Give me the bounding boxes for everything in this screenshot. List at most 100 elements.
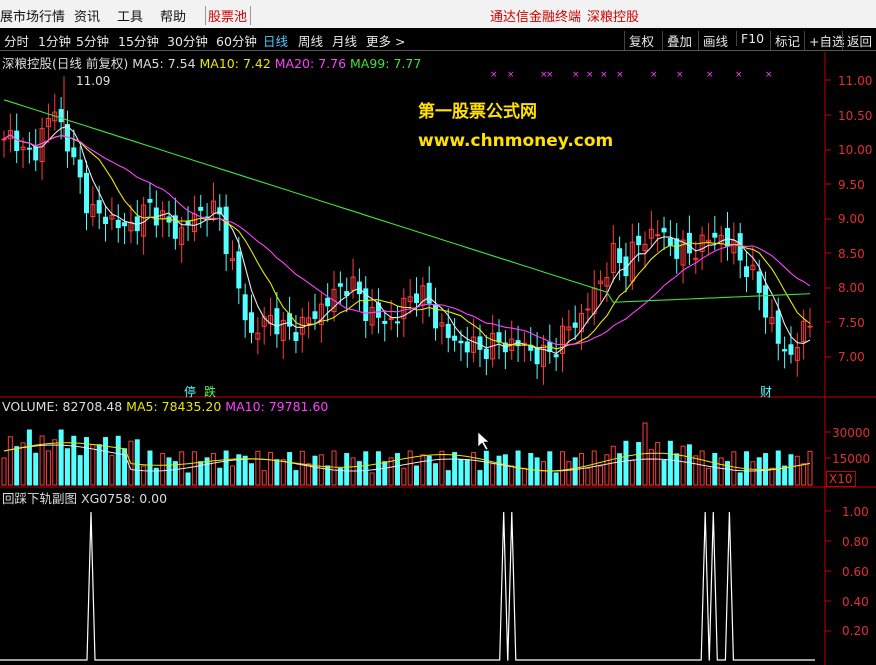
candle-body xyxy=(452,335,458,341)
volume-bar xyxy=(794,455,800,486)
candle-body xyxy=(147,198,153,203)
candle-body xyxy=(115,219,121,229)
candle-body xyxy=(788,344,794,355)
volume-bar xyxy=(1,457,7,486)
volume-bar xyxy=(64,448,70,486)
candle-body xyxy=(426,282,432,304)
volume-bar xyxy=(84,437,90,486)
volume-bar xyxy=(134,439,140,486)
volume-bar xyxy=(331,450,337,486)
volume-bar xyxy=(445,470,451,486)
candle-body xyxy=(585,308,591,311)
volume-bar xyxy=(623,440,629,486)
volume-bar xyxy=(191,451,197,486)
volume-bar xyxy=(464,459,470,486)
volume-ma5-label: MA5: 78435.20 xyxy=(126,399,222,414)
mouse-cursor-icon xyxy=(477,431,490,451)
candle-body xyxy=(674,238,680,259)
candle-body xyxy=(312,311,318,319)
price-tick: 10.50 xyxy=(838,109,873,123)
volume-bar xyxy=(33,452,39,486)
volume-bar xyxy=(293,470,299,486)
candle-body xyxy=(84,172,90,214)
price-tick: 11.00 xyxy=(838,74,873,88)
volume-bar xyxy=(750,461,756,486)
volume-bar xyxy=(14,446,20,486)
finance-marker: 财 xyxy=(760,385,773,399)
volume-bar xyxy=(680,445,686,486)
volume-bar xyxy=(141,465,147,486)
candle-body xyxy=(337,283,343,287)
volume-bar xyxy=(509,465,515,486)
candle-body xyxy=(325,297,331,307)
volume-bar xyxy=(458,459,464,486)
volume-bar xyxy=(382,461,388,486)
price-tick: 7.50 xyxy=(838,316,865,330)
candle-body xyxy=(249,312,255,333)
volume-bar xyxy=(7,436,13,486)
volume-bar xyxy=(420,454,426,486)
volume-bar xyxy=(801,463,807,486)
volume-bar xyxy=(344,453,350,486)
candle-body xyxy=(198,206,204,211)
volume-bar xyxy=(369,472,375,486)
volume-panel-title: VOLUME: 82708.48 MA5: 78435.20 MA10: 797… xyxy=(2,399,328,414)
indicator-tick: 0.40 xyxy=(842,595,869,609)
volume-bar xyxy=(610,445,616,486)
volume-bar xyxy=(280,459,286,486)
volume-bar xyxy=(629,460,635,486)
candle-body xyxy=(458,340,464,344)
volume-bar xyxy=(242,455,248,486)
kline-chart[interactable]: × × ×× × × × × × × × × × xyxy=(0,0,876,665)
price-tick: 9.50 xyxy=(838,178,865,192)
candle-body xyxy=(655,234,661,237)
volume-bar xyxy=(255,450,261,486)
candle-body xyxy=(33,146,39,161)
volume-bar xyxy=(45,450,51,486)
volume-bar xyxy=(553,472,559,486)
volume-bar xyxy=(217,467,223,486)
price-tick: 7.00 xyxy=(838,350,865,364)
candle-body xyxy=(414,293,420,304)
indicator-tick: 0.80 xyxy=(842,535,869,549)
volume-bar xyxy=(782,465,788,486)
volume-bar xyxy=(731,451,737,486)
candle-body xyxy=(464,341,470,353)
candle-body xyxy=(223,206,229,255)
volume-bar xyxy=(306,463,312,486)
volume-bar xyxy=(274,459,280,486)
volume-bar xyxy=(268,452,274,486)
candle-body xyxy=(242,294,248,321)
indicator-name: 回踩下轨副图 xyxy=(2,491,78,506)
volume-bar xyxy=(166,457,172,486)
volume-bar xyxy=(559,451,565,486)
volume-bar xyxy=(661,460,667,486)
volume-bar xyxy=(287,452,293,486)
candle-body xyxy=(756,271,762,293)
candle-body xyxy=(122,222,128,227)
volume-bar xyxy=(534,457,540,486)
volume-bar xyxy=(223,450,229,486)
signal-marker: × xyxy=(676,70,684,80)
indicator-tick: 0.60 xyxy=(842,565,869,579)
signal-marker: × xyxy=(572,70,580,80)
volume-bar xyxy=(433,463,439,486)
signal-marker: × xyxy=(490,70,498,80)
volume-bar xyxy=(718,457,724,486)
volume-bar xyxy=(547,451,553,486)
volume-bar xyxy=(496,455,502,486)
drop-marker: 跌 xyxy=(204,385,217,399)
volume-bar xyxy=(407,450,413,486)
volume-bar xyxy=(312,455,318,486)
volume-bar xyxy=(591,450,597,486)
volume-bar xyxy=(20,442,26,486)
signal-marker: × xyxy=(507,70,515,80)
volume-label: VOLUME: 82708.48 xyxy=(2,399,123,414)
volume-bar xyxy=(585,467,591,486)
volume-bar xyxy=(655,442,661,486)
volume-bar xyxy=(77,455,83,486)
volume-bar xyxy=(604,454,610,486)
volume-bar xyxy=(375,451,381,486)
candle-body xyxy=(71,147,77,158)
volume-bar xyxy=(229,465,235,486)
